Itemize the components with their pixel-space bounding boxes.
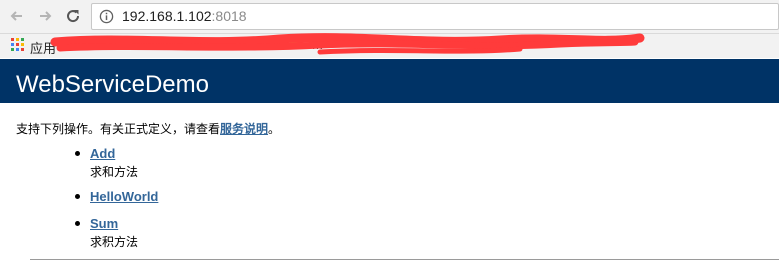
address-bar[interactable]: 192.168.1.102:8018 [91, 3, 779, 30]
url-port: :8018 [211, 8, 247, 24]
bullet [75, 151, 80, 156]
page-title: WebServiceDemo [16, 71, 209, 98]
intro-suffix: 。 [268, 122, 281, 136]
forward-button[interactable] [34, 5, 56, 27]
service-description-link[interactable]: 服务说明 [220, 122, 268, 136]
redaction-scribble [50, 33, 645, 55]
arrow-right-icon [40, 11, 52, 21]
page-header: WebServiceDemo [0, 59, 779, 103]
info-icon[interactable] [99, 9, 114, 24]
back-button[interactable] [6, 5, 28, 27]
operation-item: HelloWorld [75, 189, 158, 204]
intro-prefix: 支持下列操作。有关正式定义，请查看 [16, 122, 221, 136]
bullet [75, 194, 80, 199]
arrow-left-icon [10, 11, 22, 21]
operation-description: 求积方法 [90, 235, 139, 249]
reload-icon [67, 10, 80, 23]
operation-description: 求和方法 [90, 165, 139, 179]
url-text[interactable]: 192.168.1.102:8018 [122, 8, 247, 24]
url-host: 192.168.1.102 [122, 8, 212, 24]
operation-link-helloworld[interactable]: HelloWorld [90, 189, 158, 204]
divider [30, 259, 779, 260]
operation-link-sum[interactable]: Sum [90, 216, 138, 231]
operation-item: Sum 求积方法 [75, 216, 139, 250]
operation-item: Add 求和方法 [75, 146, 139, 180]
intro-text: 支持下列操作。有关正式定义，请查看服务说明。 [16, 120, 280, 137]
reload-button[interactable] [62, 5, 84, 27]
bullet [75, 221, 80, 226]
browser-toolbar: 192.168.1.102:8018 [0, 0, 779, 34]
operation-link-add[interactable]: Add [90, 146, 138, 161]
